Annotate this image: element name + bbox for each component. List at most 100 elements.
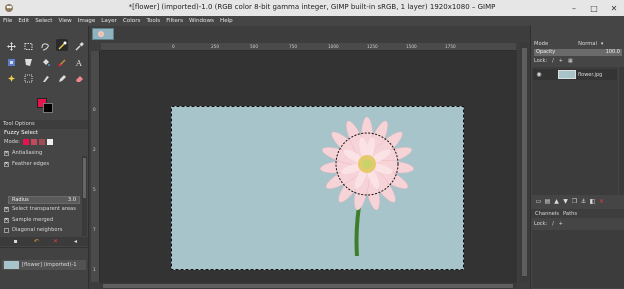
move-tool-icon[interactable] <box>5 40 17 52</box>
restore-icon[interactable]: ↶ <box>33 238 40 245</box>
ruler-tick-label: 7 <box>93 227 96 232</box>
menu-image[interactable]: Image <box>78 16 96 26</box>
checkbox-icon[interactable]: ✕ <box>4 206 9 212</box>
menu-edit[interactable]: Edit <box>18 16 29 26</box>
ruler-tick-label: 1 <box>93 267 96 272</box>
mode-subtract-icon[interactable] <box>38 139 45 145</box>
opacity-value: 100.0 <box>605 49 620 55</box>
menu-tools[interactable]: Tools <box>146 16 160 26</box>
duplicate-layer-icon[interactable]: ❐ <box>570 198 579 205</box>
image-tab[interactable] <box>92 28 114 40</box>
image-thumbnail <box>4 261 19 269</box>
ruler-tick-label: 1000 <box>328 44 339 49</box>
paintbrush-tool-icon[interactable] <box>56 56 68 68</box>
layer-mode-row[interactable]: Mode Normal ▾ <box>534 39 624 48</box>
diagonal-neighbors-option[interactable]: Diagonal neighbors <box>4 227 62 233</box>
ruler-tick-label: 0 <box>172 44 175 49</box>
checkbox-icon[interactable]: ✕ <box>4 217 9 223</box>
lock-position-icon[interactable]: + <box>559 221 563 227</box>
image-item-label: [flower] (imported)-1 <box>22 262 77 268</box>
right-dock: Mode Normal ▾ Opacity 100.0 Lock: / + ▦ … <box>530 26 624 289</box>
maximize-button[interactable]: □ <box>584 0 604 16</box>
lower-layer-icon[interactable]: ▼ <box>561 198 570 205</box>
menu-view[interactable]: View <box>58 16 71 26</box>
menu-file[interactable]: File <box>3 16 12 26</box>
visibility-eye-icon[interactable]: ◉ <box>535 71 543 78</box>
ruler-tick-label: 1750 <box>445 44 456 49</box>
mode-intersect-icon[interactable] <box>46 139 53 145</box>
sample-merged-option[interactable]: ✕ Sample merged <box>4 217 53 223</box>
menu-help[interactable]: Help <box>220 16 233 26</box>
chevron-down-icon[interactable]: ▾ <box>601 41 604 47</box>
ruler-tick-label: 250 <box>211 44 219 49</box>
tab-paths[interactable]: Paths <box>563 211 577 217</box>
bucket-fill-tool-icon[interactable] <box>39 56 51 68</box>
ruler-tick-label: 1500 <box>406 44 417 49</box>
lock-pixels-icon[interactable]: / <box>552 221 554 227</box>
new-layer-group-icon[interactable]: ▤ <box>543 198 552 205</box>
layers-scrollbar[interactable] <box>619 67 624 195</box>
layer-row[interactable]: ◉ flower.jpg <box>533 69 617 80</box>
mask-icon[interactable]: ◧ <box>588 198 597 205</box>
smudge-tool-icon[interactable] <box>39 72 51 84</box>
text-tool-icon[interactable]: A <box>73 56 85 68</box>
transform-tool-icon[interactable] <box>5 56 17 68</box>
channels-tabs: Channels Paths <box>531 209 624 218</box>
menu-select[interactable]: Select <box>35 16 52 26</box>
horizontal-scrollbar[interactable] <box>101 283 516 289</box>
save-icon[interactable]: ▪ <box>12 238 19 245</box>
warp-tool-icon[interactable] <box>22 56 34 68</box>
tool-options-tab[interactable]: Tool Options <box>0 120 88 129</box>
canvas-view[interactable] <box>100 51 517 283</box>
tab-channels[interactable]: Channels <box>535 211 559 217</box>
rect-select-tool-icon[interactable] <box>22 40 34 52</box>
lock-position-icon[interactable]: + <box>559 58 563 64</box>
fuzzy-select-tool-icon[interactable] <box>56 39 68 51</box>
checkbox-icon[interactable]: ✕ <box>4 150 9 156</box>
opacity-label: Opacity <box>536 49 556 55</box>
menu-layer[interactable]: Layer <box>101 16 117 26</box>
select-transparent-label: Select transparent areas <box>12 206 76 212</box>
delete-icon[interactable]: ✕ <box>52 238 59 245</box>
lock-alpha-icon[interactable]: ▦ <box>568 58 573 64</box>
raise-layer-icon[interactable]: ▲ <box>552 198 561 205</box>
radius-slider[interactable]: Radius 3.0 <box>8 196 80 204</box>
list-item[interactable]: [flower] (imported)-1 <box>2 260 86 270</box>
antialiasing-label: Antialiasing <box>12 150 43 156</box>
pencil-tool-icon[interactable] <box>56 72 68 84</box>
mode-add-icon[interactable] <box>30 139 37 145</box>
select-transparent-option[interactable]: ✕ Select transparent areas <box>4 206 76 212</box>
lock-pixels-icon[interactable]: / <box>552 58 554 64</box>
image-tab-thumbnail <box>98 31 104 37</box>
eraser-tool-icon[interactable] <box>73 72 85 84</box>
ruler-tick-label: 0 <box>93 107 96 112</box>
menu-colors[interactable]: Colors <box>123 16 141 26</box>
mode-row: Mode: <box>4 139 53 145</box>
new-layer-icon[interactable]: ▭ <box>534 198 543 205</box>
color-picker-tool-icon[interactable] <box>73 40 85 52</box>
delete-layer-icon[interactable]: ✕ <box>597 198 606 205</box>
minimize-button[interactable]: – <box>564 0 584 16</box>
layer-mode-value[interactable]: Normal <box>578 41 597 47</box>
close-button[interactable]: ✕ <box>604 0 624 16</box>
checkbox-icon[interactable]: ✕ <box>4 161 9 167</box>
clone-tool-icon[interactable] <box>22 72 34 84</box>
antialiasing-option[interactable]: ✕ Antialiasing <box>4 150 42 156</box>
menu-filters[interactable]: Filters <box>166 16 183 26</box>
feather-edges-option[interactable]: ✕ Feather edges <box>4 161 49 167</box>
layer-thumbnail <box>558 70 576 79</box>
menu-windows[interactable]: Windows <box>189 16 214 26</box>
ruler-tick-label: 750 <box>289 44 297 49</box>
opacity-slider[interactable]: Opacity 100.0 <box>534 49 622 56</box>
anchor-layer-icon[interactable]: ⚓ <box>579 198 588 205</box>
free-select-tool-icon[interactable] <box>39 40 51 52</box>
layer-name: flower.jpg <box>578 71 603 78</box>
checkbox-icon[interactable] <box>4 227 9 233</box>
mode-replace-icon[interactable] <box>22 139 29 145</box>
background-color-swatch[interactable] <box>43 103 53 113</box>
vertical-scrollbar[interactable] <box>520 43 529 282</box>
heal-tool-icon[interactable] <box>5 72 17 84</box>
reset-icon[interactable]: ◂ <box>72 238 79 245</box>
tool-options-scrollbar[interactable] <box>82 156 87 236</box>
flower-image[interactable] <box>171 106 464 270</box>
